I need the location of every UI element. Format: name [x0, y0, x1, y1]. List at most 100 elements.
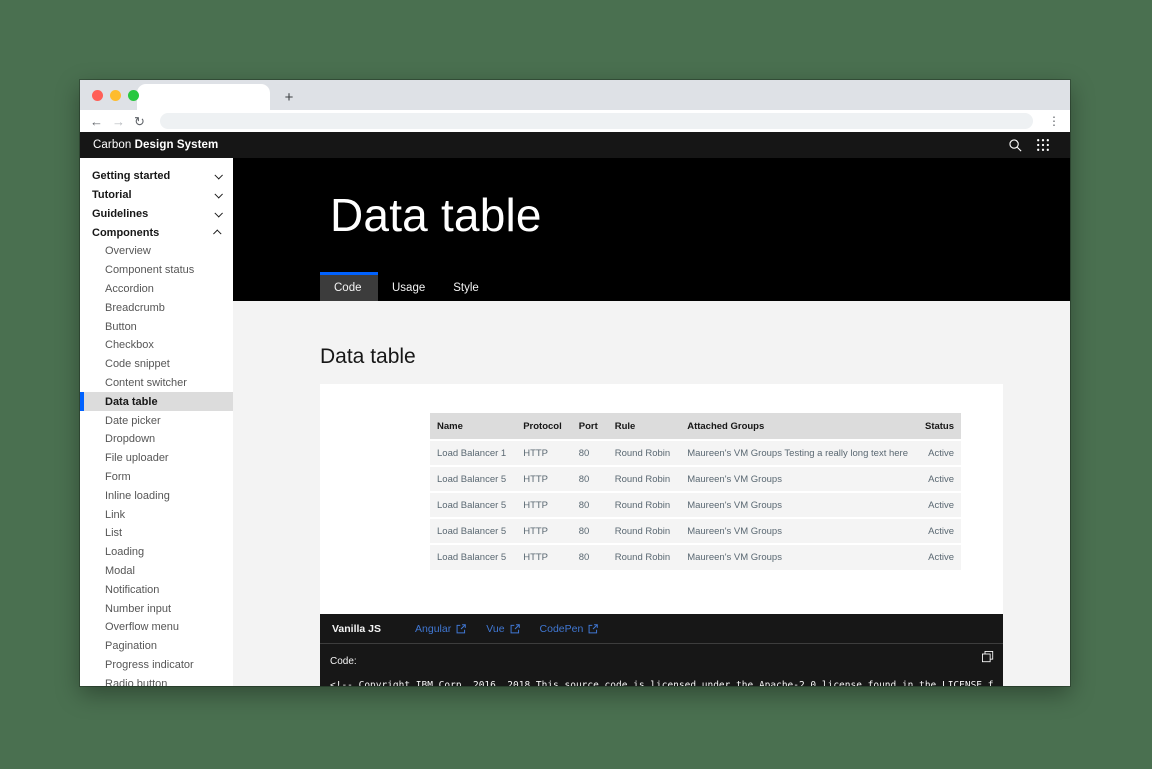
sidebar-item[interactable]: Accordion: [80, 280, 233, 299]
sidebar-item[interactable]: Progress indicator: [80, 656, 233, 675]
framework-bar: Vanilla JS Angular Vue: [320, 614, 1003, 644]
launch-icon: [456, 624, 466, 634]
sidebar-item[interactable]: Radio button: [80, 674, 233, 686]
sidebar-item[interactable]: Number input: [80, 599, 233, 618]
framework-link[interactable]: CodePen: [540, 623, 599, 635]
tab[interactable]: Usage: [378, 272, 439, 301]
sidebar-item[interactable]: Component status: [80, 261, 233, 280]
sidebar-item[interactable]: Modal: [80, 562, 233, 581]
section-heading: Data table: [320, 345, 1070, 371]
cell-rule: Round Robin: [608, 492, 680, 518]
sidebar-item[interactable]: File uploader: [80, 449, 233, 468]
tab-label: Style: [453, 282, 479, 294]
cell-port: 80: [572, 440, 608, 466]
sidebar-item[interactable]: List: [80, 524, 233, 543]
framework-link-label: Angular: [415, 623, 451, 635]
cell-port: 80: [572, 544, 608, 570]
cell-rule: Round Robin: [608, 466, 680, 492]
address-bar[interactable]: [160, 113, 1033, 129]
sidebar-item-label: Pagination: [105, 640, 157, 652]
cell-protocol: HTTP: [516, 440, 572, 466]
sidebar-item[interactable]: Checkbox: [80, 336, 233, 355]
sidebar-item[interactable]: Button: [80, 317, 233, 336]
cell-protocol: HTTP: [516, 544, 572, 570]
code-label: Code:: [330, 656, 357, 667]
sidebar-item[interactable]: Dropdown: [80, 430, 233, 449]
back-icon[interactable]: ←: [90, 115, 103, 128]
app-switcher-icon[interactable]: [1029, 132, 1057, 158]
page-title: Data table: [330, 188, 1070, 242]
chevron-icon: [214, 190, 222, 198]
sidebar-section[interactable]: Tutorial: [80, 185, 233, 204]
browser-tab-strip: +: [80, 80, 1070, 110]
tab[interactable]: Code: [320, 272, 378, 301]
table-header-row: Name Protocol Port Rule Attached Groups …: [430, 413, 961, 440]
minimize-window-button[interactable]: [110, 90, 121, 101]
sidebar-item[interactable]: Inline loading: [80, 486, 233, 505]
framework-current: Vanilla JS: [332, 623, 381, 635]
framework-link[interactable]: Angular: [415, 623, 466, 635]
sidebar-item-label: Inline loading: [105, 490, 170, 502]
sidebar-item[interactable]: Notification: [80, 580, 233, 599]
brand-light: Carbon: [93, 139, 131, 151]
sidebar-item[interactable]: Date picker: [80, 411, 233, 430]
sidebar-item[interactable]: Overflow menu: [80, 618, 233, 637]
sidebar-item-label: Overview: [105, 245, 151, 257]
browser-tab[interactable]: [137, 84, 270, 110]
cell-rule: Round Robin: [608, 518, 680, 544]
forward-icon[interactable]: →: [112, 115, 125, 128]
sidebar-section[interactable]: Components: [80, 223, 233, 242]
browser-toolbar: ← → ↻ ⋮: [80, 110, 1070, 132]
framework-link[interactable]: Vue: [486, 623, 519, 635]
sidebar-item[interactable]: Data table: [80, 392, 233, 411]
sidebar-section[interactable]: Getting started: [80, 166, 233, 185]
reload-icon[interactable]: ↻: [134, 115, 145, 128]
sidebar-item-label: Link: [105, 509, 125, 521]
sidebar-item-label: Radio button: [105, 678, 167, 686]
sidebar-item[interactable]: Link: [80, 505, 233, 524]
sidebar-section-label: Getting started: [92, 170, 215, 182]
browser-menu-icon[interactable]: ⋮: [1048, 114, 1060, 128]
sidebar-item[interactable]: Overview: [80, 242, 233, 261]
sidebar-item[interactable]: Content switcher: [80, 374, 233, 393]
cell-attached-groups: Maureen's VM Groups: [680, 544, 918, 570]
sidebar-item-label: Modal: [105, 565, 135, 577]
sidebar-item-label: Notification: [105, 584, 159, 596]
sidebar-item-label: Overflow menu: [105, 621, 179, 633]
tab[interactable]: Style: [439, 272, 497, 301]
sidebar-item[interactable]: Form: [80, 468, 233, 487]
sidebar-item[interactable]: Loading: [80, 543, 233, 562]
page-tabs: Code Usage Style: [233, 272, 1070, 301]
cell-port: 80: [572, 466, 608, 492]
hero-banner: Data table: [233, 158, 1070, 272]
close-window-button[interactable]: [92, 90, 103, 101]
sidebar-item-label: Button: [105, 321, 137, 333]
sidebar-item[interactable]: Breadcrumb: [80, 298, 233, 317]
plus-icon: +: [285, 89, 294, 106]
code-snippet[interactable]: <!-- Copyright IBM Corp. 2016, 2018 This…: [330, 680, 993, 686]
sidebar-item[interactable]: Pagination: [80, 637, 233, 656]
search-icon[interactable]: [1001, 132, 1029, 158]
maximize-window-button[interactable]: [128, 90, 139, 101]
cell-name: Load Balancer 5: [430, 466, 516, 492]
cell-status: Active: [918, 544, 961, 570]
cell-rule: Round Robin: [608, 440, 680, 466]
table-row: Load Balancer 5 HTTP 80 Round Robin Maur…: [430, 518, 961, 544]
table-row: Load Balancer 5 HTTP 80 Round Robin Maur…: [430, 544, 961, 570]
framework-link-label: CodePen: [540, 623, 584, 635]
sidebar-item-label: Number input: [105, 603, 171, 615]
cell-name: Load Balancer 5: [430, 544, 516, 570]
site-brand: Carbon Design System: [93, 139, 218, 151]
new-tab-button[interactable]: +: [276, 84, 302, 110]
browser-window: + ← → ↻ ⋮ Carbon Design System Gett: [80, 80, 1070, 686]
cell-protocol: HTTP: [516, 466, 572, 492]
sidebar-item-label: Date picker: [105, 415, 161, 427]
column-header: Attached Groups: [680, 413, 918, 440]
sidebar-item[interactable]: Code snippet: [80, 355, 233, 374]
copy-icon[interactable]: [982, 650, 994, 668]
column-header: Protocol: [516, 413, 572, 440]
table-row: Load Balancer 5 HTTP 80 Round Robin Maur…: [430, 466, 961, 492]
sidebar-section-label: Tutorial: [92, 189, 215, 201]
sidebar-item-label: Component status: [105, 264, 194, 276]
sidebar-section[interactable]: Guidelines: [80, 204, 233, 223]
